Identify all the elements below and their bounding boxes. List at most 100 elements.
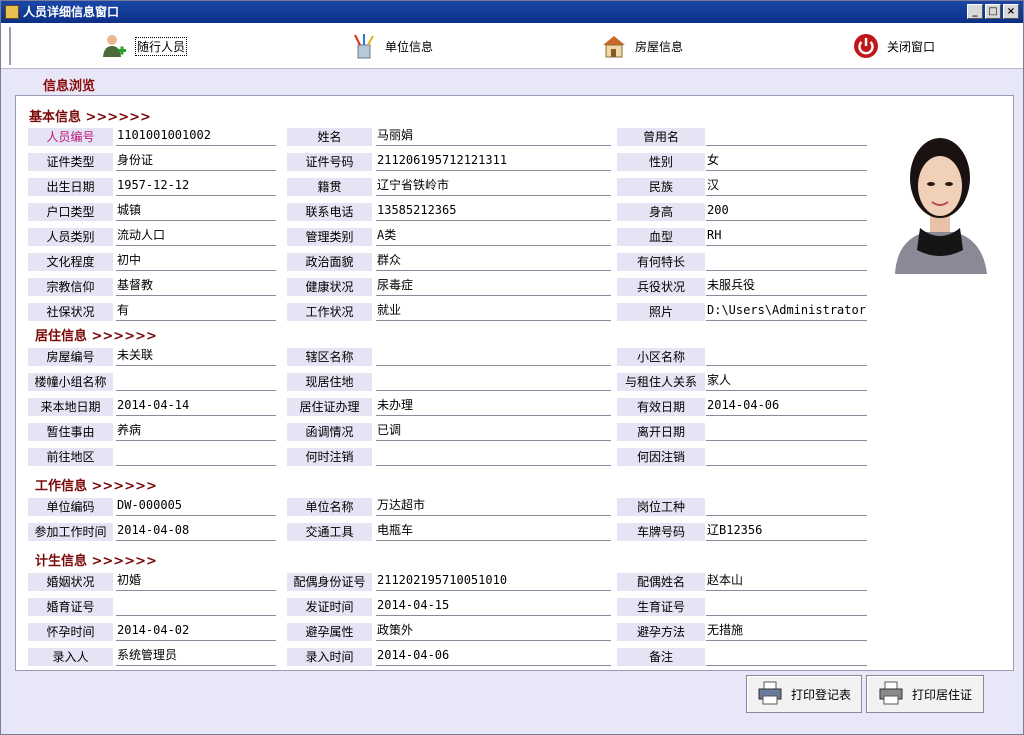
minimize-button[interactable]: _ [967, 4, 983, 19]
label-name: 姓名 [287, 128, 372, 146]
field-current-addr[interactable] [376, 371, 611, 391]
label-former-name: 曾用名 [617, 128, 705, 146]
label-hukou-type: 户口类型 [28, 203, 113, 221]
toolbar-unit-info[interactable]: 单位信息 [351, 31, 433, 61]
printer-icon [757, 681, 783, 708]
field-politics[interactable]: 群众 [376, 251, 611, 271]
field-arrival-date[interactable]: 2014-04-14 [116, 396, 276, 416]
toolbar: 随行人员 单位信息 房屋信息 关闭窗口 [1, 23, 1023, 69]
field-contraception-attr[interactable]: 政策外 [376, 621, 611, 641]
field-ethnicity[interactable]: 汉 [706, 176, 867, 196]
field-pregnancy-time[interactable]: 2014-04-02 [116, 621, 276, 641]
label-spouse-name: 配偶姓名 [617, 573, 705, 591]
label-id-type: 证件类型 [28, 153, 113, 171]
field-leave-date[interactable] [706, 421, 867, 441]
field-native-place[interactable]: 辽宁省铁岭市 [376, 176, 611, 196]
field-entered-by[interactable]: 系统管理员 [116, 646, 276, 666]
field-hukou-type[interactable]: 城镇 [116, 201, 276, 221]
label-position: 岗位工种 [617, 498, 705, 516]
label-community: 小区名称 [617, 348, 705, 366]
label-entry-time: 录入时间 [287, 648, 372, 666]
label-cert-time: 发证时间 [287, 598, 372, 616]
print-record-label: 打印登记表 [790, 687, 851, 702]
label-politics: 政治面貌 [287, 253, 372, 271]
field-former-name[interactable] [706, 126, 867, 146]
field-cancel-time[interactable] [376, 446, 611, 466]
close-button[interactable]: × [1003, 4, 1019, 19]
field-name[interactable]: 马丽娟 [376, 126, 611, 146]
field-spouse-id[interactable]: 211202195710051010 [376, 571, 611, 591]
field-marital[interactable]: 初婚 [116, 571, 276, 591]
label-house-no: 房屋编号 [28, 348, 113, 366]
label-insurance: 社保状况 [28, 303, 113, 321]
field-height[interactable]: 200 [706, 201, 867, 221]
field-health[interactable]: 尿毒症 [376, 276, 611, 296]
field-landlord-rel[interactable]: 家人 [706, 371, 867, 391]
field-vehicle[interactable]: 电瓶车 [376, 521, 611, 541]
label-work-start: 参加工作时间 [28, 523, 113, 541]
field-person-cat[interactable]: 流动人口 [116, 226, 276, 246]
field-permit[interactable]: 未办理 [376, 396, 611, 416]
field-entry-time[interactable]: 2014-04-06 [376, 646, 611, 666]
field-blood[interactable]: RH [706, 226, 867, 246]
field-phone[interactable]: 13585212365 [376, 201, 611, 221]
field-valid-date[interactable]: 2014-04-06 [706, 396, 867, 416]
field-specialty[interactable] [706, 251, 867, 271]
field-district[interactable] [376, 346, 611, 366]
field-unit-name[interactable]: 万达超市 [376, 496, 611, 516]
field-position[interactable] [706, 496, 867, 516]
field-person-no[interactable]: 1101001001002 [116, 126, 276, 146]
field-birth-cert[interactable] [706, 596, 867, 616]
field-cert-time[interactable]: 2014-04-15 [376, 596, 611, 616]
person-add-icon [101, 33, 127, 59]
field-photo[interactable]: D:\Users\Administrator\ [706, 301, 867, 321]
field-contraception-method[interactable]: 无措施 [706, 621, 867, 641]
field-plate[interactable]: 辽B12356 [706, 521, 867, 541]
print-permit-button[interactable]: 打印居住证 [866, 675, 984, 713]
field-cancel-reason[interactable] [706, 446, 867, 466]
maximize-button[interactable]: □ [985, 4, 1001, 19]
label-marital: 婚姻状况 [28, 573, 113, 591]
field-community[interactable] [706, 346, 867, 366]
field-dest[interactable] [116, 446, 276, 466]
field-mgmt-cat[interactable]: A类 [376, 226, 611, 246]
label-military: 兵役状况 [617, 278, 705, 296]
toolbar-companions[interactable]: 随行人员 [101, 31, 188, 61]
app-icon [5, 5, 19, 19]
house-icon [601, 33, 627, 59]
field-work-status[interactable]: 就业 [376, 301, 611, 321]
field-building-group[interactable] [116, 371, 276, 391]
field-work-start[interactable]: 2014-04-08 [116, 521, 276, 541]
toolbar-close-window[interactable]: 关闭窗口 [853, 31, 935, 61]
field-unit-code[interactable]: DW-000005 [116, 496, 276, 516]
field-insurance[interactable]: 有 [116, 301, 276, 321]
field-marriage-cert[interactable] [116, 596, 276, 616]
section-work: 工作信息 >>>>>> [35, 479, 157, 494]
print-record-button[interactable]: 打印登记表 [746, 675, 862, 713]
info-panel: 基本信息 >>>>>> 居住信息 >>>>>> 工作信息 >>>>>> 计生信息… [15, 95, 1014, 671]
toolbar-house-info[interactable]: 房屋信息 [601, 31, 683, 61]
field-military[interactable]: 未服兵役 [706, 276, 867, 296]
field-remark[interactable] [706, 646, 867, 666]
field-stay-reason[interactable]: 养病 [116, 421, 276, 441]
toolbar-label-unit-info: 单位信息 [385, 39, 434, 54]
section-residence: 居住信息 >>>>>> [35, 329, 157, 344]
field-religion[interactable]: 基督教 [116, 276, 276, 296]
pencil-cup-icon [351, 33, 377, 59]
field-id-no[interactable]: 211206195712121311 [376, 151, 611, 171]
panel-title: 信息浏览 [43, 79, 96, 94]
field-birth-date[interactable]: 1957-12-12 [116, 176, 276, 196]
label-vehicle: 交通工具 [287, 523, 372, 541]
label-stay-reason: 暂住事由 [28, 423, 113, 441]
field-gender[interactable]: 女 [706, 151, 867, 171]
field-letter[interactable]: 已调 [376, 421, 611, 441]
label-religion: 宗教信仰 [28, 278, 113, 296]
label-landlord-rel: 与租住人关系 [617, 373, 705, 391]
field-education[interactable]: 初中 [116, 251, 276, 271]
label-entered-by: 录入人 [28, 648, 113, 666]
label-work-status: 工作状况 [287, 303, 372, 321]
field-spouse-name[interactable]: 赵本山 [706, 571, 867, 591]
field-id-type[interactable]: 身份证 [116, 151, 276, 171]
field-house-no[interactable]: 未关联 [116, 346, 276, 366]
label-unit-code: 单位编码 [28, 498, 113, 516]
